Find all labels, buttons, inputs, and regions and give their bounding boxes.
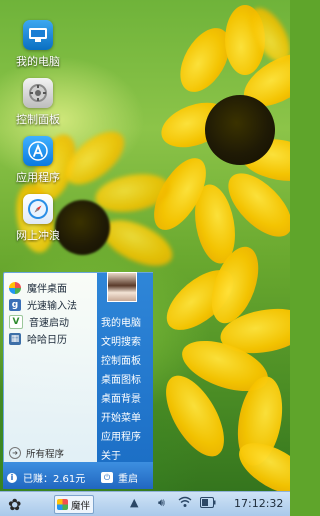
start-menu-programs-panel: 魔伴桌面 g 光速输入法 V 音速启动 ▦ 哈哈日历 ➜ 所有程序 [3,272,99,464]
earnings-display: i 已赚：2.61元 [7,470,85,485]
tray-expand-icon[interactable]: ▲ [130,496,138,509]
safari-icon [23,194,53,224]
menu-item-control-panel[interactable]: 控制面板 [101,352,141,367]
start-button[interactable]: ✿ [8,495,21,514]
menu-item-desktop-icons[interactable]: 桌面图标 [101,371,141,386]
pinwheel-icon [9,281,21,294]
earnings-label: 已赚：2.61元 [23,474,86,485]
wifi-icon[interactable] [178,496,192,511]
app-store-icon [23,136,53,166]
input-method-icon: g [9,298,21,311]
program-item-mobanzhuomian[interactable]: 魔伴桌面 [9,279,67,296]
desktop-icon-control-panel[interactable]: 控制面板 [6,78,70,127]
volume-icon[interactable]: 🔊︎ [158,496,165,510]
program-label: 光速输入法 [27,301,77,312]
desktop-icon-label: 控制面板 [16,113,60,126]
pinwheel-icon: ✿ [8,495,22,514]
taskbar-app-label: 魔伴 [71,500,91,512]
taskbar: ✿ 魔伴 ▲ 🔊︎ 17:12:32 [0,491,290,516]
desktop-icon-label: 网上冲浪 [16,229,60,242]
computer-icon [23,20,53,50]
menu-item-applications[interactable]: 应用程序 [101,428,141,443]
user-avatar[interactable] [107,272,137,302]
program-item-input-method[interactable]: g 光速输入法 [9,296,77,313]
desktop-icon-web-browser[interactable]: 网上冲浪 [6,194,70,243]
program-label: 哈哈日历 [27,335,67,346]
program-label: 魔伴桌面 [27,284,67,295]
all-programs-button[interactable]: ➜ 所有程序 [9,446,64,460]
arrow-right-icon: ➜ [9,447,21,459]
info-icon: i [7,472,17,483]
program-item-calendar[interactable]: ▦ 哈哈日历 [9,330,67,347]
clock[interactable]: 17:12:32 [234,497,283,510]
program-label: 音速启动 [29,318,69,329]
desktop-icon-applications[interactable]: 应用程序 [6,136,70,185]
menu-item-desktop-background[interactable]: 桌面背景 [101,390,141,405]
menu-item-about[interactable]: 关于 [101,447,121,462]
calendar-icon: ▦ [9,332,21,345]
pinwheel-icon [57,499,68,510]
all-programs-label: 所有程序 [26,449,65,460]
menu-item-search[interactable]: 文明搜索 [101,333,141,348]
battery-icon[interactable] [200,497,216,511]
taskbar-app-moban[interactable]: 魔伴 [54,495,94,514]
menu-item-start-menu[interactable]: 开始菜单 [101,409,141,424]
desktop-icon-my-computer[interactable]: 我的电脑 [6,20,70,69]
restart-label: 重启 [118,474,138,485]
v-launcher-icon: V [9,314,23,329]
power-icon: ⏻ [101,472,113,483]
control-panel-icon [23,78,53,108]
menu-item-my-computer[interactable]: 我的电脑 [101,314,141,329]
start-menu: 魔伴桌面 g 光速输入法 V 音速启动 ▦ 哈哈日历 ➜ 所有程序 我的电脑 文… [3,272,153,489]
restart-button[interactable]: ⏻ 重启 [101,470,138,485]
program-item-sound-launcher[interactable]: V 音速启动 [9,313,69,330]
desktop-icon-label: 我的电脑 [16,55,60,68]
desktop-icon-label: 应用程序 [16,171,60,184]
